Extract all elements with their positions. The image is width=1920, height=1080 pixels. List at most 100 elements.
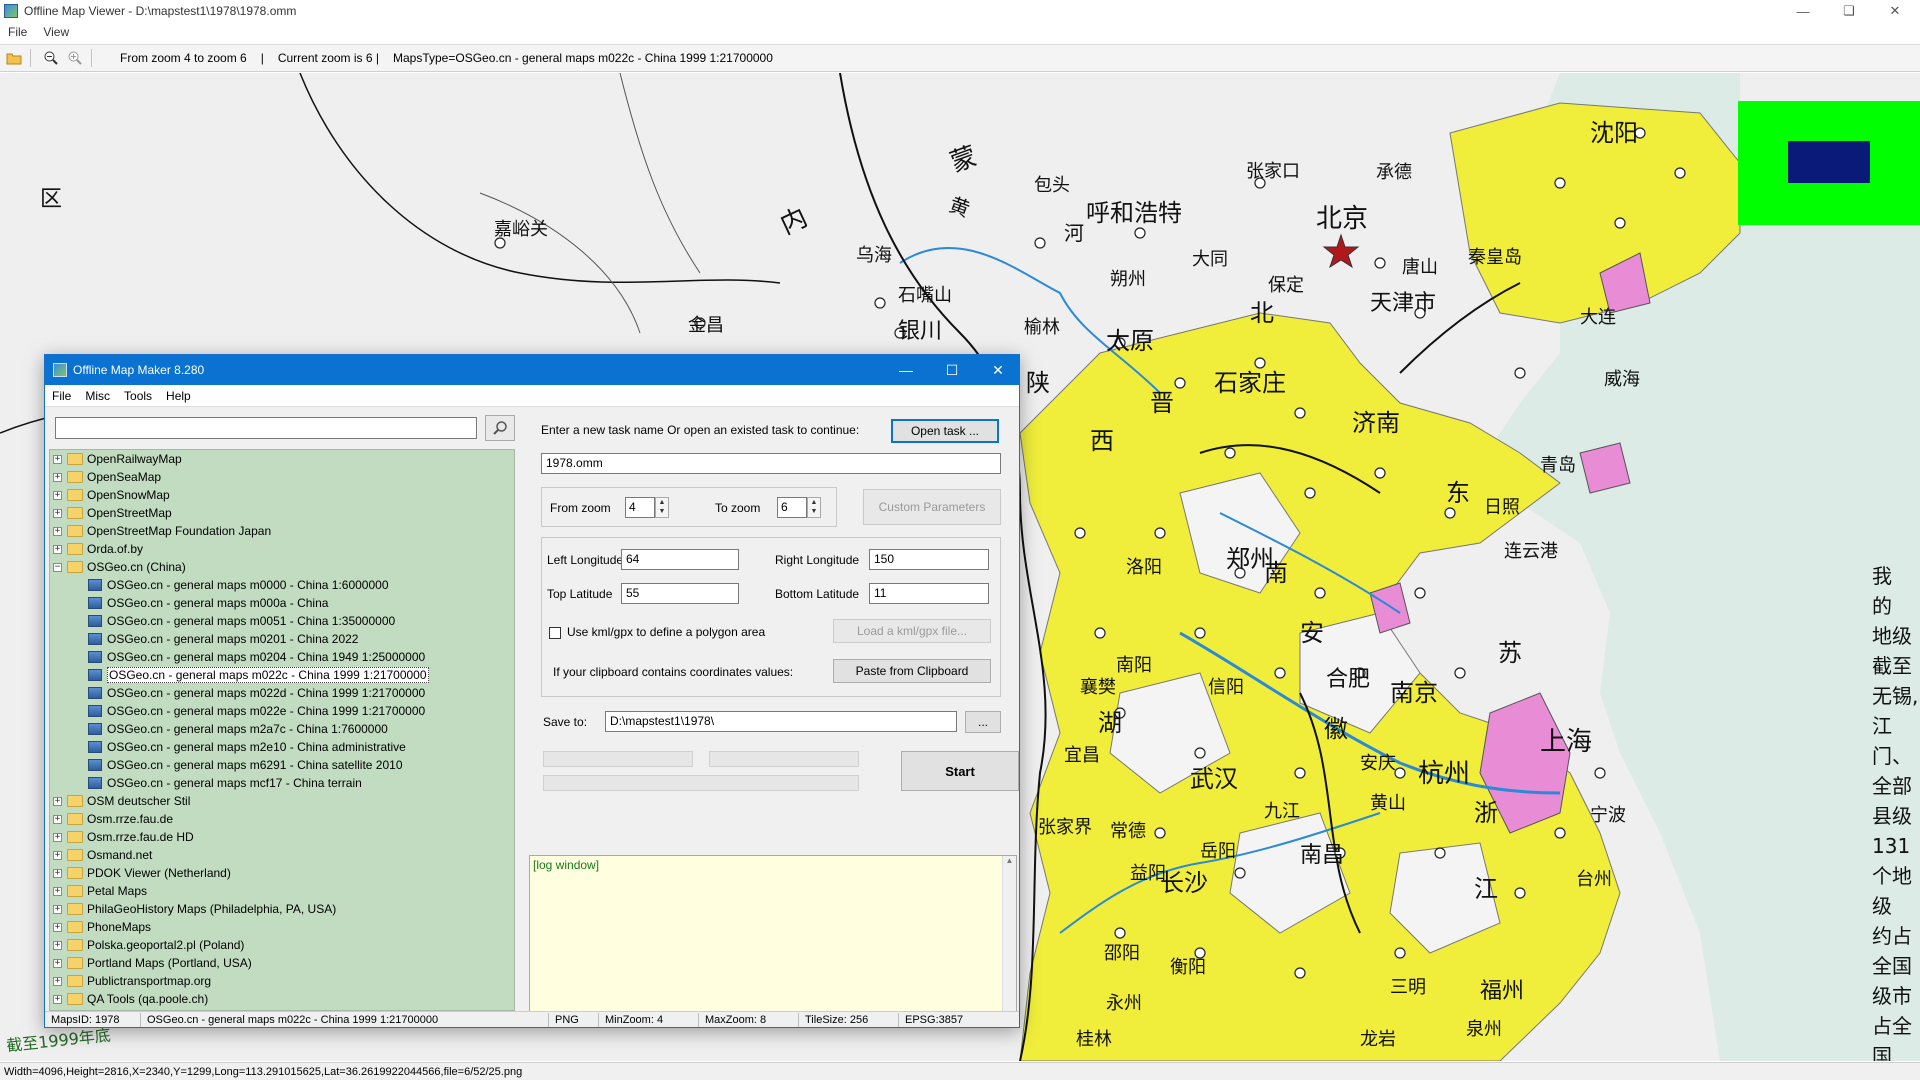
expand-icon[interactable]: +: [53, 868, 62, 878]
dialog-close-button[interactable]: ✕: [975, 355, 1021, 385]
map-source-tree[interactable]: + OpenRailwayMap + OpenSeaMap + OpenSnowMap + O…: [49, 449, 515, 1011]
dialog-title-bar[interactable]: Offline Map Maker 8.280 — ☐ ✕: [45, 355, 1019, 385]
tree-folder-item[interactable]: + PhilaGeoHistory Maps (Philadelphia, PA,…: [50, 900, 514, 918]
tree-map-item[interactable]: OSGeo.cn - general maps m022d - China 19…: [50, 684, 514, 702]
expand-icon[interactable]: +: [53, 814, 62, 824]
expand-icon[interactable]: +: [53, 904, 62, 914]
tree-folder-item[interactable]: + PhoneMaps: [50, 918, 514, 936]
maximize-button[interactable]: ❏: [1826, 0, 1872, 22]
tree-folder-item[interactable]: + QA Tools (qa.poole.ch): [50, 990, 514, 1008]
tree-map-item[interactable]: OSGeo.cn - general maps m022e - China 19…: [50, 702, 514, 720]
tree-map-item[interactable]: OSGeo.cn - general maps m6291 - China sa…: [50, 756, 514, 774]
dialog-menu-help[interactable]: Help: [159, 389, 198, 403]
tree-folder-item[interactable]: + Osm.rrze.fau.de HD: [50, 828, 514, 846]
zoom-out-icon[interactable]: [41, 48, 61, 68]
tree-map-item[interactable]: OSGeo.cn - general maps m022c - China 19…: [50, 666, 514, 684]
kml-polygon-checkbox[interactable]: [549, 627, 561, 639]
map-search-input[interactable]: [55, 417, 477, 439]
map-label: 黄山: [1370, 793, 1406, 814]
tree-folder-item[interactable]: + Polska.geoportal2.pl (Poland): [50, 936, 514, 954]
expand-icon[interactable]: +: [53, 508, 62, 518]
expand-icon[interactable]: +: [53, 886, 62, 896]
map-label: 衡阳: [1170, 957, 1206, 978]
expand-icon[interactable]: +: [53, 976, 62, 986]
from-zoom-input[interactable]: 4: [625, 497, 655, 518]
app-icon: [4, 4, 18, 18]
tree-map-item[interactable]: OSGeo.cn - general maps m0000 - China 1:…: [50, 576, 514, 594]
browse-button[interactable]: ...: [965, 711, 1001, 733]
tree-map-item[interactable]: OSGeo.cn - general maps m2e10 - China ad…: [50, 738, 514, 756]
tree-item-label: OSGeo.cn - general maps m0051 - China 1:…: [107, 614, 396, 628]
log-scrollbar[interactable]: ▲: [1002, 856, 1016, 1012]
expand-icon[interactable]: +: [53, 796, 62, 806]
open-folder-icon[interactable]: [4, 48, 24, 68]
dialog-menu-tools[interactable]: Tools: [117, 389, 159, 403]
tree-folder-item[interactable]: + Orda.of.by: [50, 540, 514, 558]
expand-icon[interactable]: +: [53, 994, 62, 1004]
expand-icon[interactable]: +: [53, 454, 62, 464]
tree-map-item[interactable]: OSGeo.cn - general maps m2a7c - China 1:…: [50, 720, 514, 738]
close-button[interactable]: ✕: [1872, 0, 1918, 22]
folder-icon: [67, 921, 83, 933]
menu-view[interactable]: View: [35, 25, 77, 39]
expand-icon[interactable]: +: [53, 544, 62, 554]
left-longitude-input[interactable]: 64: [621, 549, 739, 570]
dialog-menu-bar: File Misc Tools Help: [45, 385, 1019, 407]
tree-map-item[interactable]: OSGeo.cn - general maps mcf17 - China te…: [50, 774, 514, 792]
progress-bar-1: [543, 751, 693, 767]
expand-icon[interactable]: +: [53, 526, 62, 536]
tree-map-item[interactable]: OSGeo.cn - general maps m000a - China: [50, 594, 514, 612]
tree-folder-item[interactable]: + OpenStreetMap Foundation Japan: [50, 522, 514, 540]
tree-folder-item[interactable]: + Portland Maps (Portland, USA): [50, 954, 514, 972]
menu-file[interactable]: File: [0, 25, 35, 39]
tree-map-item[interactable]: OSGeo.cn - general maps m0201 - China 20…: [50, 630, 514, 648]
expand-icon[interactable]: +: [53, 940, 62, 950]
dialog-menu-file[interactable]: File: [45, 389, 78, 403]
cursor-status-text: Width=4096,Height=2816,X=2340,Y=1299,Lon…: [4, 1065, 523, 1078]
dialog-minimize-button[interactable]: —: [883, 355, 929, 385]
paste-from-clipboard-button[interactable]: Paste from Clipboard: [833, 659, 991, 683]
expand-icon[interactable]: +: [53, 850, 62, 860]
to-zoom-input[interactable]: 6: [777, 497, 807, 518]
task-name-field[interactable]: 1978.omm: [541, 453, 1001, 474]
expand-icon[interactable]: +: [53, 958, 62, 968]
tree-folder-item[interactable]: + OSM deutscher Stil: [50, 792, 514, 810]
open-task-button[interactable]: Open task ...: [891, 419, 999, 443]
window-title: Offline Map Viewer - D:\mapstest1\1978\1…: [24, 4, 297, 18]
custom-parameters-button[interactable]: Custom Parameters: [863, 489, 1001, 525]
tree-folder-item[interactable]: + Petal Maps: [50, 882, 514, 900]
tree-folder-item[interactable]: + OpenStreetMap: [50, 504, 514, 522]
dialog-maximize-button[interactable]: ☐: [929, 355, 975, 385]
expand-icon[interactable]: +: [53, 472, 62, 482]
minimize-button[interactable]: —: [1780, 0, 1826, 22]
top-latitude-input[interactable]: 55: [621, 583, 739, 604]
bottom-latitude-input[interactable]: 11: [869, 583, 989, 604]
right-longitude-input[interactable]: 150: [869, 549, 989, 570]
tree-folder-item[interactable]: + Osm.rrze.fau.de: [50, 810, 514, 828]
start-button[interactable]: Start: [901, 751, 1019, 791]
from-zoom-stepper[interactable]: ▲ ▼: [655, 497, 669, 518]
tree-map-item[interactable]: OSGeo.cn - general maps m0204 - China 19…: [50, 648, 514, 666]
tree-folder-item[interactable]: + Publictransportmap.org: [50, 972, 514, 990]
search-button[interactable]: [485, 415, 515, 441]
tree-map-item[interactable]: OSGeo.cn - general maps m0051 - China 1:…: [50, 612, 514, 630]
tree-folder-item[interactable]: + OpenSnowMap: [50, 486, 514, 504]
load-kml-button[interactable]: Load a kml/gpx file...: [833, 619, 991, 643]
folder-icon: [67, 471, 83, 483]
expand-icon[interactable]: +: [53, 922, 62, 932]
to-zoom-stepper[interactable]: ▲ ▼: [807, 497, 821, 518]
expand-icon[interactable]: +: [53, 490, 62, 500]
tree-folder-item[interactable]: + PDOK Viewer (Netherland): [50, 864, 514, 882]
tree-folder-item[interactable]: + OpenRailwayMap: [50, 450, 514, 468]
tree-folder-item[interactable]: − OSGeo.cn (China): [50, 558, 514, 576]
tree-scrollbar[interactable]: [521, 449, 525, 1011]
dialog-menu-misc[interactable]: Misc: [78, 389, 117, 403]
zoom-in-icon[interactable]: [65, 48, 85, 68]
expand-icon[interactable]: +: [53, 832, 62, 842]
tree-folder-item[interactable]: + OpenSeaMap: [50, 468, 514, 486]
tree-folder-item[interactable]: + Osmand.net: [50, 846, 514, 864]
collapse-icon[interactable]: −: [53, 562, 62, 572]
log-window[interactable]: [log window] ▲: [529, 855, 1017, 1013]
tree-item-label: Petal Maps: [87, 884, 148, 898]
save-to-input[interactable]: D:\mapstest1\1978\: [605, 711, 957, 732]
